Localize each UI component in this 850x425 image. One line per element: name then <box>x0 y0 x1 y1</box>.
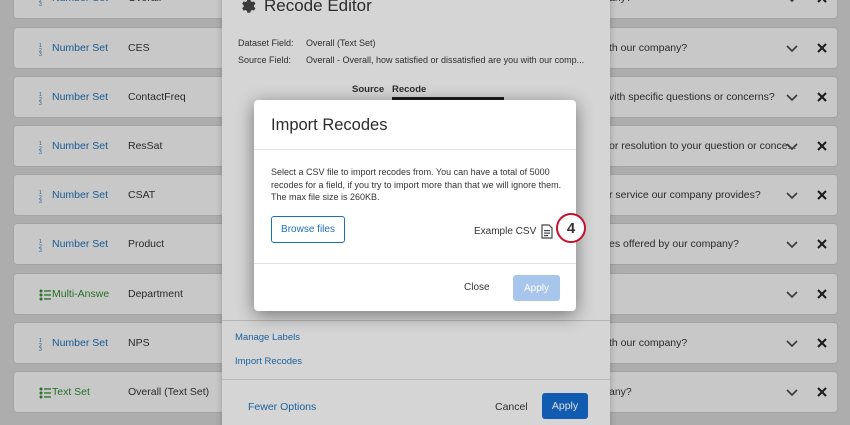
modal-apply-button[interactable]: Apply <box>513 275 560 301</box>
example-csv-link[interactable]: Example CSV <box>474 224 553 239</box>
modal-description: Select a CSV file to import recodes from… <box>271 167 562 202</box>
modal-title: Import Recodes <box>271 116 388 134</box>
close-button[interactable]: Close <box>464 282 490 293</box>
divider <box>254 263 576 264</box>
example-csv-label: Example CSV <box>474 226 537 237</box>
step-badge: 4 <box>556 213 586 243</box>
import-recodes-modal: Import Recodes Select a CSV file to impo… <box>254 100 576 311</box>
csv-file-icon <box>541 224 553 239</box>
divider <box>254 149 576 150</box>
browse-files-button[interactable]: Browse files <box>271 216 345 243</box>
